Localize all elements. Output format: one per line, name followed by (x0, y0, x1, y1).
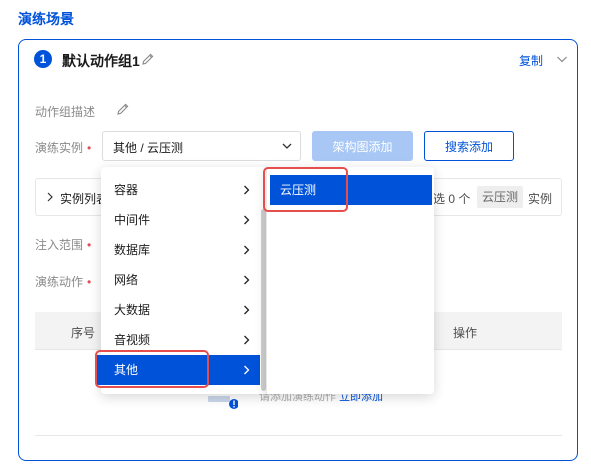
highlight-box-cloud-pressure-test (263, 167, 348, 212)
cascader-item-label: 网络 (114, 273, 139, 287)
required-mark: • (87, 141, 92, 155)
cascader-item-container[interactable]: 容器 (101, 175, 260, 205)
empty-state-icon (208, 396, 238, 409)
column-header-index: 序号 (71, 326, 96, 340)
copy-link[interactable]: 复制 (519, 52, 543, 69)
chevron-right-icon (244, 275, 250, 285)
desc-label: 动作组描述 (35, 105, 96, 119)
chevron-right-icon (47, 192, 53, 202)
action-label-text: 演练动作 (35, 275, 84, 289)
cascader-item-label: 中间件 (114, 213, 151, 227)
instance-label-text: 演练实例 (35, 141, 84, 155)
action-label: 演练动作 • (35, 273, 91, 290)
select-value: 其他 / 云压测 (113, 141, 184, 155)
chevron-down-icon[interactable] (556, 54, 568, 64)
selected-count: 选 0 个 (433, 192, 471, 206)
arch-add-button[interactable]: 架构图添加 (312, 131, 413, 161)
cascader-item-database[interactable]: 数据库 (101, 235, 260, 265)
chevron-down-icon (282, 143, 292, 149)
selected-suffix: 实例 (528, 192, 553, 206)
instance-type-select[interactable]: 其他 / 云压测 (102, 131, 301, 161)
cascader-item-label: 数据库 (114, 243, 151, 257)
section-title: 演练场景 (18, 11, 74, 27)
chevron-right-icon (244, 185, 250, 195)
column-header-ops: 操作 (453, 326, 478, 340)
selected-type-tag: 云压测 (477, 186, 524, 208)
cascader-item-label: 音视频 (114, 333, 151, 347)
chevron-right-icon (244, 215, 250, 225)
chevron-right-icon (244, 245, 250, 255)
group-name: 默认动作组1 (62, 53, 140, 69)
cascader-item-bigdata[interactable]: 大数据 (101, 295, 260, 325)
edit-icon[interactable] (141, 52, 155, 66)
search-add-button[interactable]: 搜索添加 (424, 131, 514, 161)
cascader-item-label: 容器 (114, 183, 139, 197)
edit-icon[interactable] (116, 102, 130, 116)
instance-label: 演练实例 • (35, 139, 91, 156)
group-number-badge: 1 (34, 50, 52, 68)
cascader-item-middleware[interactable]: 中间件 (101, 205, 260, 235)
cascader-item-network[interactable]: 网络 (101, 265, 260, 295)
table-divider (35, 435, 562, 436)
chevron-right-icon (244, 305, 250, 315)
highlight-box-other (95, 350, 209, 388)
chevron-right-icon (244, 365, 250, 375)
scope-label-text: 注入范围 (35, 238, 84, 252)
scope-label: 注入范围 • (35, 236, 91, 253)
chevron-right-icon (244, 335, 250, 345)
required-mark: • (87, 275, 92, 289)
cascader-item-label: 大数据 (114, 303, 151, 317)
required-mark: • (87, 238, 92, 252)
